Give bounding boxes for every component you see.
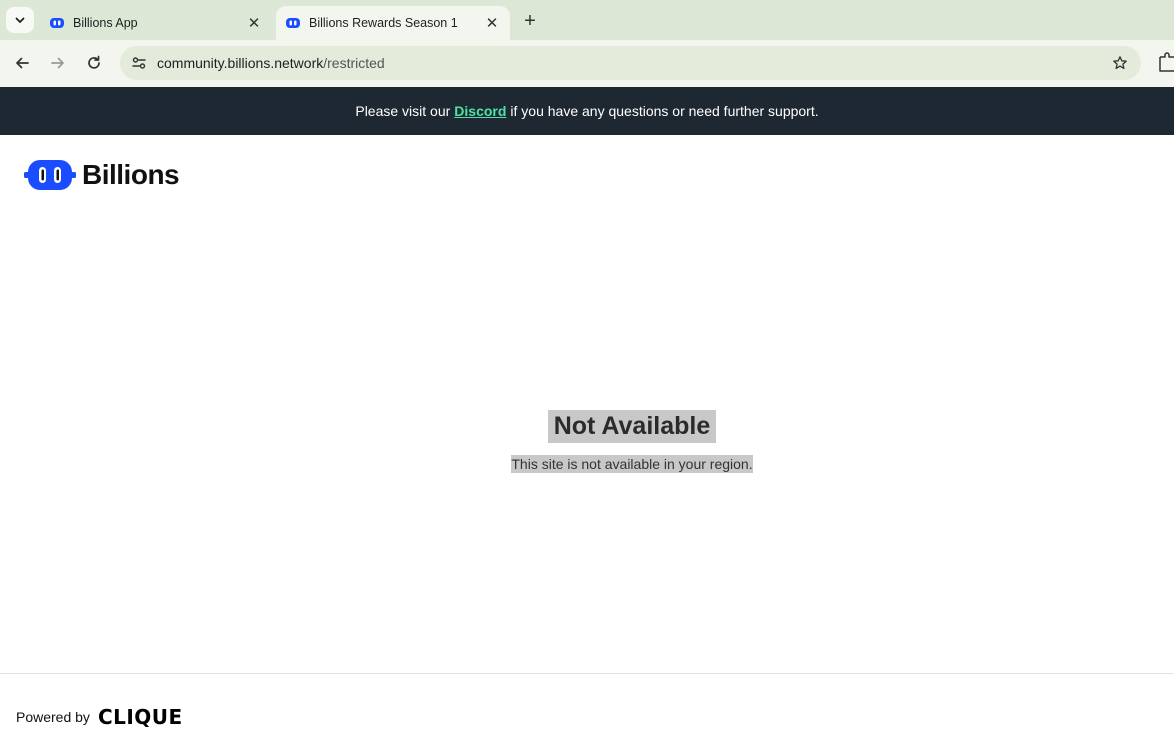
logo-wordmark: Billions	[82, 159, 180, 190]
footer-divider	[0, 673, 1174, 674]
browser-toolbar: community.billions.network/restricted	[0, 40, 1174, 87]
tab-billions-rewards[interactable]: Billions Rewards Season 1 ✕	[276, 6, 510, 40]
billions-robot-icon	[24, 160, 76, 190]
forward-button[interactable]	[45, 50, 71, 76]
discord-link[interactable]: Discord	[454, 103, 506, 119]
banner-suffix: if you have any questions or need furthe…	[510, 103, 819, 119]
tab-billions-app[interactable]: Billions App ✕	[40, 6, 272, 40]
billions-favicon-icon	[49, 15, 65, 31]
clique-logo[interactable]: CLIQUE	[98, 705, 183, 729]
site-info-icon[interactable]	[126, 50, 152, 76]
banner-prefix: Please visit our	[355, 103, 451, 119]
arrow-left-icon	[16, 57, 29, 69]
extensions-puzzle-icon[interactable]	[1158, 52, 1174, 74]
address-bar[interactable]: community.billions.network/restricted	[120, 46, 1141, 80]
arrow-right-icon	[51, 57, 64, 69]
reload-button[interactable]	[81, 50, 107, 76]
billions-favicon-icon	[285, 15, 301, 31]
page-title: Not Available	[547, 410, 717, 443]
browser-tabstrip: Billions App ✕ Billions Rewards Season 1…	[0, 0, 1174, 40]
notice-paragraph: This site is not available in your regio…	[0, 455, 1174, 474]
footer: Powered by CLIQUE	[16, 705, 183, 729]
bookmark-star-icon[interactable]	[1111, 54, 1129, 72]
tab-title: Billions Rewards Season 1	[309, 16, 458, 30]
chevron-down-icon	[15, 17, 25, 24]
tab-title: Billions App	[73, 16, 138, 30]
tab-search-button[interactable]	[6, 7, 34, 33]
new-tab-button[interactable]: +	[518, 9, 542, 33]
url-path: /restricted	[323, 55, 385, 71]
support-banner: Please visit our Discord if you have any…	[0, 87, 1174, 135]
tab-close-icon[interactable]: ✕	[244, 13, 264, 33]
billions-logo[interactable]: Billions	[24, 157, 180, 193]
powered-by-label: Powered by	[16, 709, 90, 725]
tab-close-icon[interactable]: ✕	[482, 13, 502, 33]
url-text: community.billions.network/restricted	[157, 55, 385, 71]
restricted-notice: Not Available This site is not available…	[0, 410, 1174, 474]
reload-icon	[88, 55, 100, 69]
url-host: community.billions.network	[157, 55, 324, 71]
notice-message: This site is not available in your regio…	[511, 455, 753, 473]
back-button[interactable]	[9, 50, 35, 76]
